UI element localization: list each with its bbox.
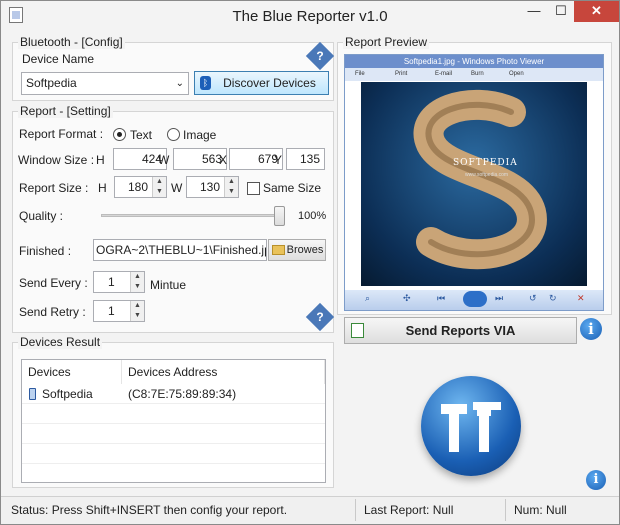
send-reports-label: Send Reports VIA xyxy=(405,323,516,338)
bluetooth-help-icon[interactable]: ? xyxy=(305,41,335,71)
column-header-devices[interactable]: Devices xyxy=(22,360,122,384)
about-info-icon[interactable]: i xyxy=(586,470,606,490)
table-row xyxy=(22,424,325,444)
report-preview-group-label: Report Preview xyxy=(343,35,430,49)
quality-slider-thumb[interactable] xyxy=(274,206,285,226)
phone-icon xyxy=(29,388,36,400)
window-size-y-label: Y xyxy=(274,153,283,167)
devices-result-group-label: Devices Result xyxy=(18,335,103,349)
preview-photo: SOFTPEDIA www.softpedia.com xyxy=(361,82,587,286)
send-retry-label: Send Retry : xyxy=(19,305,86,319)
send-every-label: Send Every : xyxy=(19,276,88,290)
tools-logo xyxy=(421,376,521,476)
device-name-select[interactable]: Softpedia ⌄ xyxy=(21,72,189,95)
report-format-label: Report Format : xyxy=(19,127,104,141)
rotate-left-icon: ↺ xyxy=(529,293,537,303)
preview-caption-sub: www.softpedia.com xyxy=(465,172,509,178)
preview-viewer-menu: File Print E-mail Burn Open xyxy=(345,68,603,81)
report-size-h-value: 180 xyxy=(127,180,148,194)
discover-devices-label: Discover Devices xyxy=(223,76,316,90)
delete-icon: ✕ xyxy=(577,293,585,303)
maximize-button[interactable]: ☐ xyxy=(548,1,574,22)
preview-menu-item: Open xyxy=(509,71,524,77)
format-image-radio[interactable] xyxy=(167,128,180,141)
title-bar: The Blue Reporter v1.0 — ☐ ✕ xyxy=(1,1,619,32)
wrench-hammer-icon xyxy=(441,402,501,452)
format-image-label[interactable]: Image xyxy=(183,128,216,142)
preview-viewer-toolbar: ⌕ ✣ ⏮ ⏭ ↺ ↻ ✕ xyxy=(345,290,603,310)
report-size-h-spinner[interactable]: ▲ ▼ xyxy=(152,177,166,197)
format-text-radio[interactable] xyxy=(113,128,126,141)
column-header-address[interactable]: Devices Address xyxy=(122,360,325,384)
quality-label: Quality : xyxy=(19,209,64,223)
num-status: Num: Null xyxy=(514,503,567,517)
window-size-w-label: W xyxy=(158,153,170,167)
finished-path-field[interactable]: OGRA~2\THEBLU~1\Finished.jpg xyxy=(93,239,267,261)
device-cell: Softpedia xyxy=(42,387,93,401)
send-every-unit: Mintue xyxy=(150,278,187,292)
app-window: The Blue Reporter v1.0 — ☐ ✕ Bluetooth -… xyxy=(0,0,620,525)
island-s-shape xyxy=(413,89,547,270)
report-size-h-label: H xyxy=(98,181,107,195)
window-size-x-label: X xyxy=(219,153,228,167)
window-size-y-field[interactable]: 135 xyxy=(286,148,325,170)
format-text-label[interactable]: Text xyxy=(130,128,152,142)
quality-slider-track[interactable] xyxy=(101,214,285,217)
next-icon: ⏭ xyxy=(495,293,504,303)
rotate-right-icon: ↻ xyxy=(549,293,557,303)
finished-label: Finished : xyxy=(19,244,72,258)
table-row xyxy=(22,464,325,484)
send-retry-value: 1 xyxy=(108,304,115,318)
last-report-status: Last Report: Null xyxy=(364,503,454,517)
bluetooth-icon: ᛒ xyxy=(200,76,211,90)
table-row[interactable]: Softpedia (C8:7E:75:89:89:34) xyxy=(22,384,325,404)
zoom-icon: ⌕ xyxy=(365,293,371,303)
address-cell: (C8:7E:75:89:89:34) xyxy=(128,387,237,401)
close-button[interactable]: ✕ xyxy=(574,1,619,22)
minimize-button[interactable]: — xyxy=(521,1,547,22)
preview-viewer-title: Softpedia1.jpg - Windows Photo Viewer xyxy=(345,55,603,68)
status-text: Status: Press Shift+INSERT then config y… xyxy=(11,503,288,517)
send-retry-spinner[interactable]: ▲ ▼ xyxy=(130,301,144,321)
report-preview-image: Softpedia1.jpg - Windows Photo Viewer Fi… xyxy=(344,54,604,311)
browse-button[interactable]: Browes xyxy=(268,239,326,261)
folder-icon xyxy=(272,245,285,255)
info-icon[interactable]: i xyxy=(580,318,602,340)
preview-menu-item: E-mail xyxy=(435,71,453,77)
preview-menu-item: Print xyxy=(395,71,408,77)
same-size-label[interactable]: Same Size xyxy=(263,181,321,195)
slideshow-icon xyxy=(463,291,487,307)
prev-icon: ⏮ xyxy=(437,293,446,303)
status-bar: Status: Press Shift+INSERT then config y… xyxy=(1,496,619,524)
send-reports-via-button[interactable]: Send Reports VIA xyxy=(344,317,577,344)
device-name-value: Softpedia xyxy=(26,76,77,90)
help-glyph: ? xyxy=(316,310,324,324)
fit-icon: ✣ xyxy=(403,293,411,303)
report-size-w-spinner[interactable]: ▲ ▼ xyxy=(224,177,238,197)
window-size-h-label: H xyxy=(96,153,105,167)
preview-menu-item: File xyxy=(355,71,365,77)
help-glyph: ? xyxy=(316,49,324,63)
quality-value: 100% xyxy=(298,210,327,222)
chevron-down-icon: ⌄ xyxy=(175,78,184,89)
preview-caption: SOFTPEDIA xyxy=(453,158,518,168)
send-every-spinner[interactable]: ▲ ▼ xyxy=(130,272,144,292)
preview-menu-item: Burn xyxy=(471,71,484,77)
report-help-icon[interactable]: ? xyxy=(305,302,335,332)
report-size-w-label: W xyxy=(171,181,183,195)
same-size-checkbox[interactable] xyxy=(247,182,260,195)
report-setting-group-label: Report - [Setting] xyxy=(18,104,113,118)
bluetooth-group-label: Bluetooth - [Config] xyxy=(18,35,125,49)
devices-table: Devices Devices Address Softpedia (C8:7E… xyxy=(21,359,326,483)
report-size-w-value: 130 xyxy=(199,180,220,194)
device-name-label: Device Name xyxy=(22,52,95,66)
report-size-label: Report Size : xyxy=(19,181,89,195)
window-size-label: Window Size : xyxy=(18,153,95,167)
send-icon xyxy=(351,323,364,338)
table-row xyxy=(22,404,325,424)
discover-devices-button[interactable]: ᛒ Discover Devices xyxy=(194,71,329,95)
table-row xyxy=(22,444,325,464)
send-every-value: 1 xyxy=(108,275,115,289)
